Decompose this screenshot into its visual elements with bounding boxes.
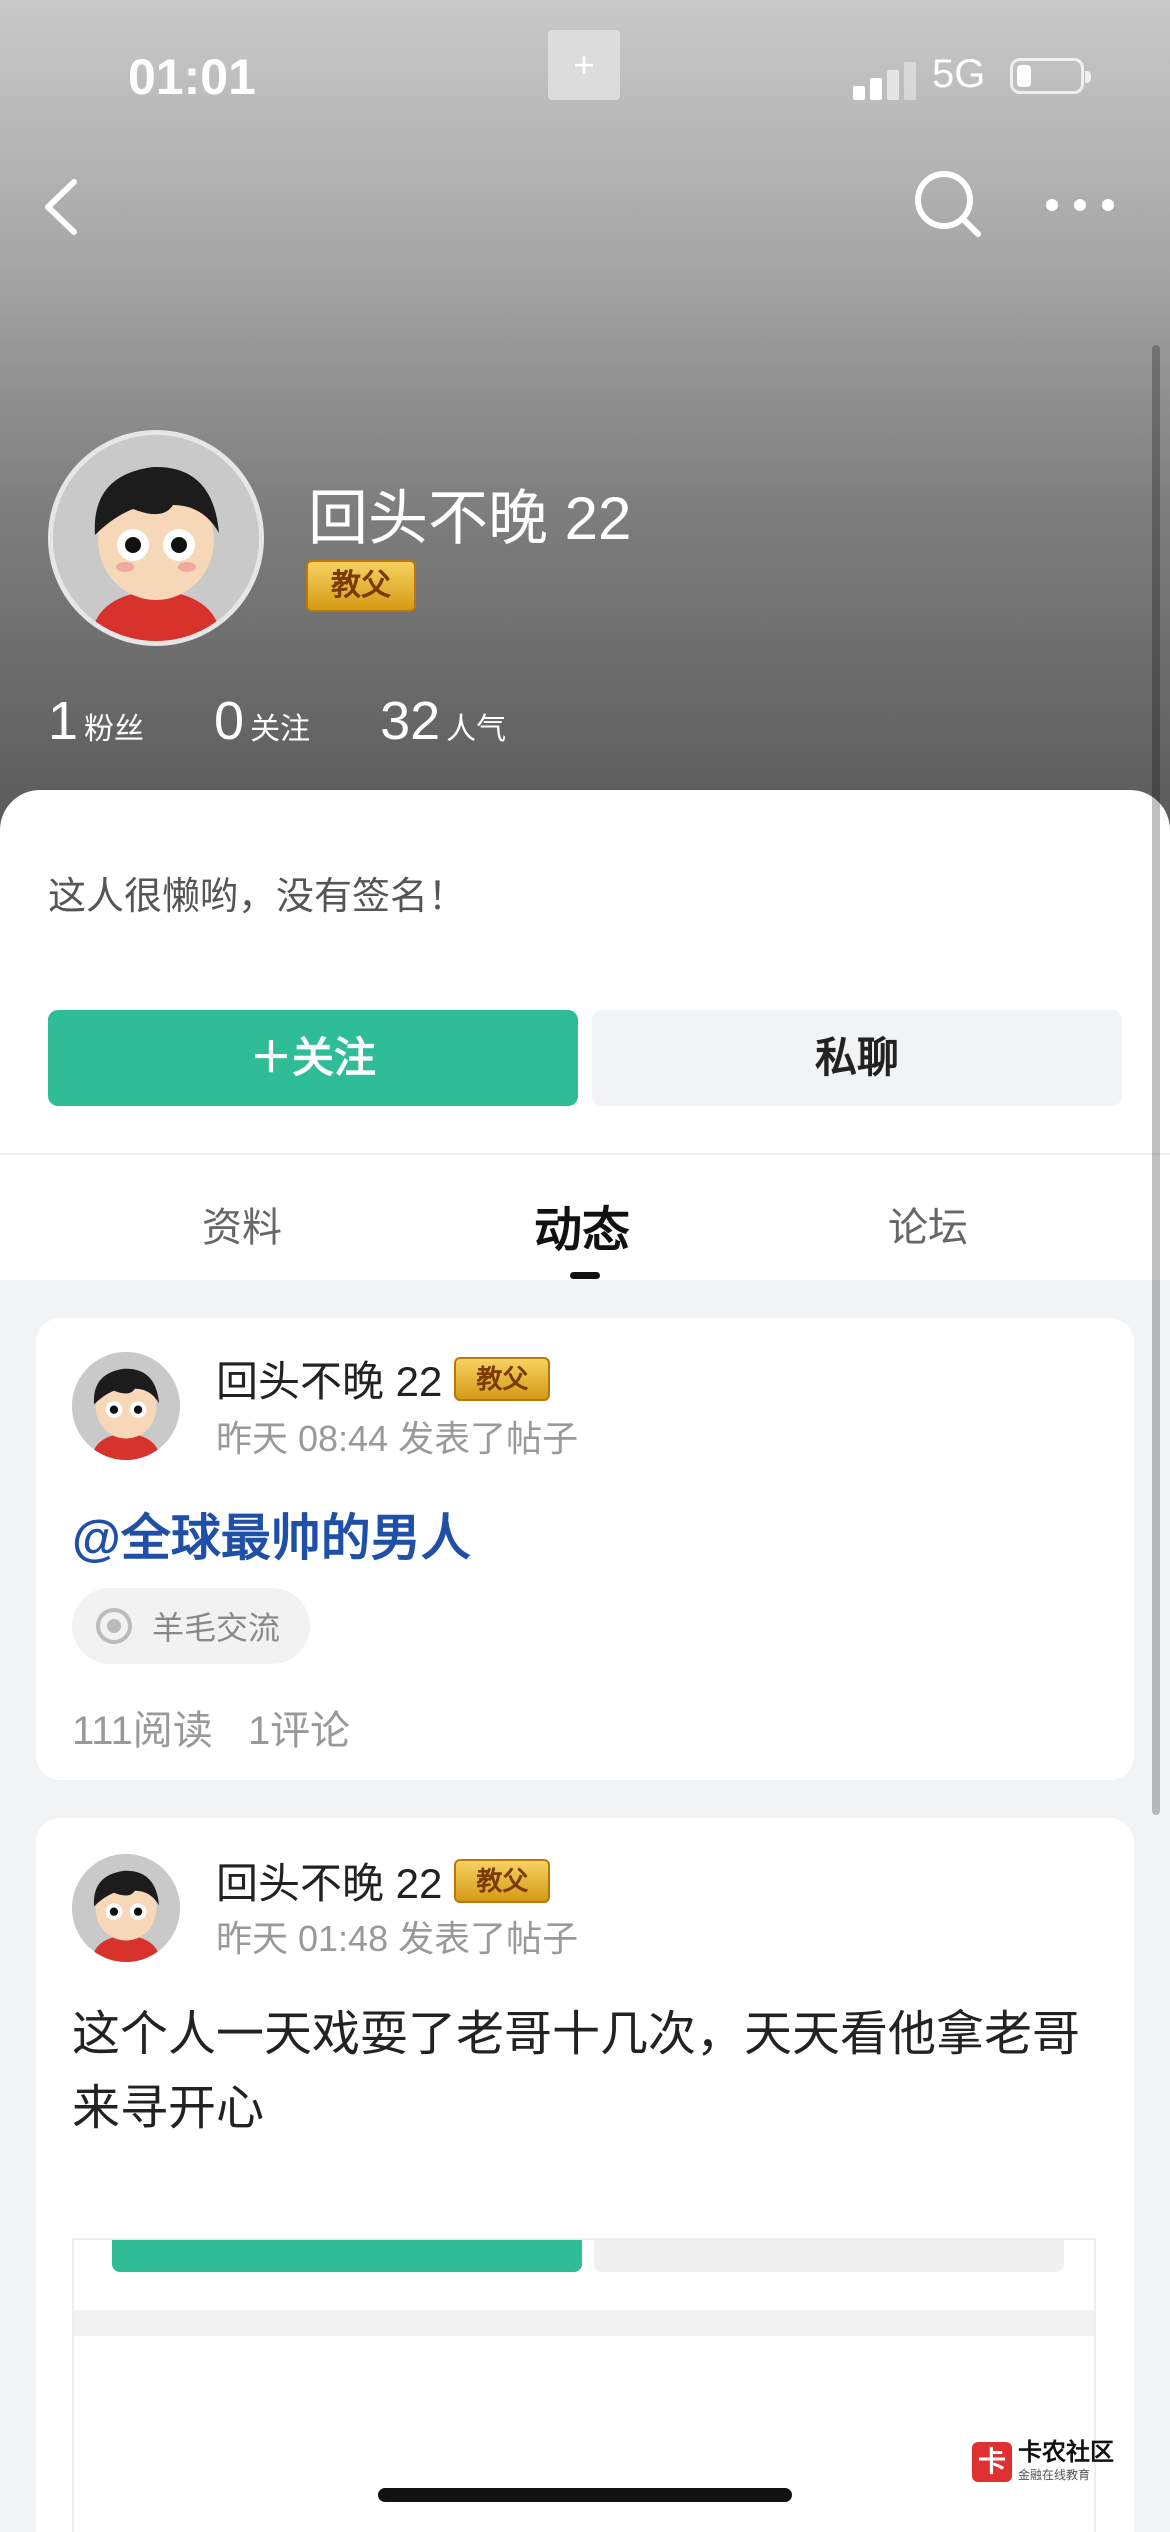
title-badge: 教父 [454, 1858, 551, 1903]
post-counts: 111阅读 1评论 [72, 1698, 374, 1756]
preview-green-button [112, 2240, 582, 2272]
post-meta: 昨天 01:48 发表了帖子 [216, 1918, 579, 1959]
post-author[interactable]: 回头不晚 22 教父 [216, 1850, 551, 1911]
post-author[interactable]: 回头不晚 22 教父 [216, 1348, 551, 1409]
stat-following[interactable]: 0 关注 [214, 690, 310, 752]
post-card[interactable]: 回头不晚 22 教父 昨天 08:44 发表了帖子 @全球最帅的男人 羊毛交流 … [36, 1318, 1134, 1780]
tab-activity[interactable]: 动态 [534, 1190, 630, 1260]
private-chat-button[interactable]: 私聊 [592, 1010, 1122, 1106]
follow-button[interactable]: ＋关注 [48, 1010, 578, 1106]
stat-value: 1 [48, 691, 79, 751]
cartoon-boy-avatar [53, 435, 259, 641]
tab-profile-info[interactable]: 资料 [202, 1195, 282, 1253]
stat-value: 0 [214, 691, 245, 751]
more-options-button[interactable] [1040, 185, 1120, 225]
status-time: 01:01 [128, 49, 256, 105]
read-count: 111阅读 [72, 1709, 213, 1753]
watermark: 卡 卡农社区 金融在线教育 [972, 2440, 1114, 2483]
stat-followers[interactable]: 1 粉丝 [48, 690, 144, 752]
chevron-left-icon [45, 179, 77, 235]
profile-username: 回头不晚 22 [308, 485, 632, 552]
search-icon [915, 171, 981, 237]
post-body-text[interactable]: 这个人一天戏耍了老哥十几次，天天看他拿老哥来寻开心 [72, 1998, 1102, 2146]
cartoon-boy-avatar [72, 1854, 180, 1962]
topic-label: 羊毛交流 [152, 1610, 281, 1646]
stat-label: 关注 [250, 713, 311, 746]
comment-count: 1评论 [247, 1709, 351, 1753]
battery-icon [1010, 58, 1091, 94]
watermark-subtitle: 金融在线教育 [1018, 2468, 1091, 2482]
profile-bio: 这人很懒哟，没有签名！ [48, 876, 467, 918]
preview-divider [74, 2310, 1094, 2336]
home-indicator[interactable] [378, 2488, 792, 2502]
status-bar: 01:01 + 5G [0, 0, 1170, 150]
tab-forum[interactable]: 论坛 [888, 1195, 968, 1253]
post-card[interactable]: 回头不晚 22 教父 昨天 01:48 发表了帖子 这个人一天戏耍了老哥十几次，… [36, 1818, 1134, 2532]
stat-label: 人气 [446, 713, 507, 746]
divider [0, 1153, 1170, 1155]
topic-tag[interactable]: 羊毛交流 [72, 1588, 311, 1664]
title-badge: 教父 [306, 560, 416, 612]
watermark-title: 卡农社区 [1018, 2439, 1114, 2466]
network-type: 5G [932, 52, 986, 96]
scrollbar[interactable] [1152, 345, 1160, 1815]
preview-gray-button [594, 2240, 1064, 2272]
title-badge: 教父 [454, 1356, 551, 1401]
profile-stats: 1 粉丝 0 关注 32 人气 [48, 690, 576, 760]
author-avatar[interactable] [72, 1854, 180, 1962]
profile-avatar[interactable] [48, 430, 264, 646]
search-button[interactable] [912, 168, 984, 240]
stat-label: 粉丝 [84, 713, 145, 746]
more-dots-icon [1046, 199, 1114, 211]
post-title-mention[interactable]: @全球最帅的男人 [72, 1498, 471, 1570]
profile-sheet: 这人很懒哟，没有签名！ ＋关注 私聊 资料 动态 论坛 [0, 790, 1170, 1280]
active-tab-indicator [570, 1272, 600, 1279]
notch-plus-button[interactable]: + [548, 30, 620, 100]
post-meta: 昨天 08:44 发表了帖子 [216, 1418, 579, 1459]
stat-value: 32 [380, 691, 441, 751]
post-author-name: 回头不晚 22 [216, 1358, 443, 1405]
cartoon-boy-avatar [72, 1352, 180, 1460]
stat-popularity: 32 人气 [380, 690, 506, 752]
back-button[interactable] [40, 172, 90, 242]
post-author-name: 回头不晚 22 [216, 1860, 443, 1907]
cellular-signal-icon [853, 60, 917, 100]
author-avatar[interactable] [72, 1352, 180, 1460]
topic-icon [96, 1608, 132, 1644]
kanong-logo-icon: 卡 [972, 2441, 1012, 2482]
